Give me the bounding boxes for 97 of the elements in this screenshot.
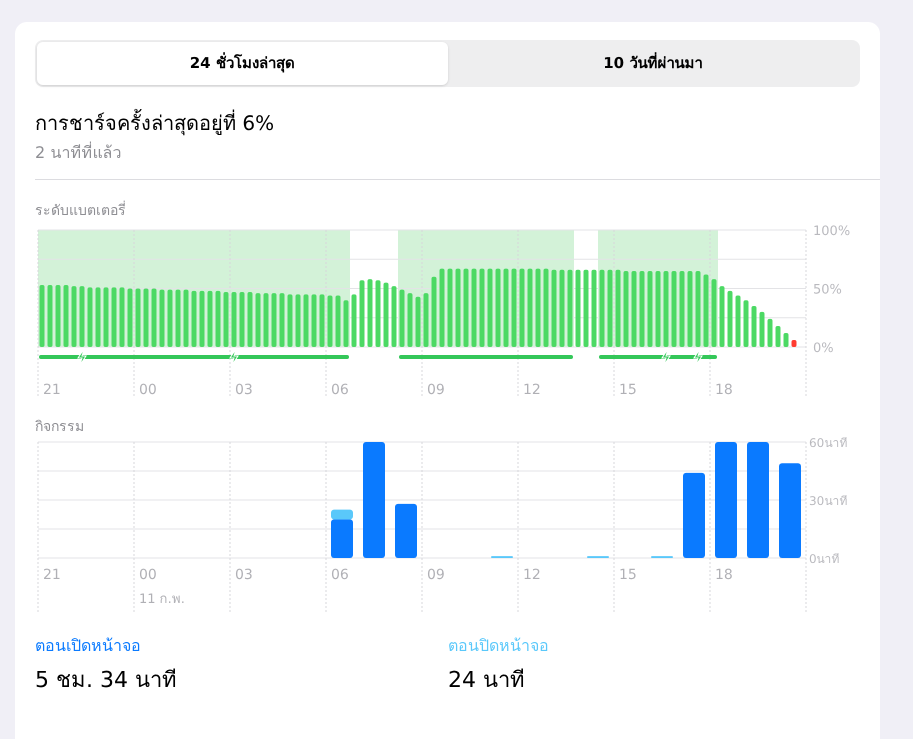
battery-level-bar: [720, 286, 724, 347]
axis-label: 09: [427, 382, 445, 398]
segment-tab[interactable]: 24 ชั่วโมงล่าสุด: [37, 42, 448, 85]
chart-label: ระดับแบตเตอรี่: [35, 202, 880, 220]
axis-label: 12: [523, 567, 541, 583]
battery-level-bar: [376, 280, 380, 347]
axis-label: 06: [331, 382, 349, 398]
segment-tab[interactable]: 10 วันที่ผ่านมา: [448, 42, 858, 85]
battery-level-bar: [48, 285, 52, 347]
axis-label: 15: [619, 567, 637, 583]
battery-level-bar: [736, 296, 740, 347]
battery-level-bar: [712, 279, 716, 347]
battery-level-bar: [40, 285, 44, 347]
axis-label: 15: [619, 382, 637, 398]
axis-label: 21: [43, 567, 61, 583]
battery-level-bar: [112, 287, 116, 347]
battery-level-bar: [384, 282, 388, 347]
axis-label: 60นาที: [809, 436, 848, 450]
battery-level-bar: [144, 288, 148, 347]
battery-level-bar: [64, 285, 68, 347]
legend-label: ตอนเปิดหน้าจอ: [35, 635, 141, 657]
battery-level-bar: [776, 326, 780, 347]
battery-level-bar: [728, 290, 732, 347]
screen-on-bar: [331, 519, 353, 558]
battery-level-bar: [400, 290, 404, 347]
battery-level-bar: [168, 290, 172, 347]
battery-level-bar: [320, 294, 324, 347]
battery-level-bar: [208, 290, 212, 347]
last-charge-title: การชาร์จครั้งล่าสุดอยู่ที่ 6%: [35, 109, 860, 137]
battery-level-bar: [176, 290, 180, 347]
axis-label: 06: [331, 567, 349, 583]
battery-level-bar: [368, 279, 372, 347]
axis-label: 18: [715, 567, 733, 583]
battery-level-bar: [136, 288, 140, 347]
battery-level-bar: [784, 332, 788, 347]
battery-level-bar: [744, 300, 748, 347]
screen-on-bar: [395, 504, 417, 558]
battery-level-bar: [280, 293, 284, 347]
legend-value: 24 นาที: [448, 667, 525, 695]
battery-level-bar: [152, 288, 156, 347]
axis-label: 03: [235, 567, 253, 583]
axis-label: 09: [427, 567, 445, 583]
battery-level-bar: [264, 293, 268, 347]
battery-level-bar: [192, 290, 196, 347]
battery-level-bar: [352, 294, 356, 347]
battery-level-bar: [408, 293, 412, 347]
chart-label: กิจกรรม: [35, 418, 85, 436]
battery-level-bar: [312, 294, 316, 347]
battery-level-bar: [224, 292, 228, 347]
battery-level-bar: [80, 286, 84, 347]
battery-level-bar: [200, 290, 204, 347]
battery-level-bar: [760, 312, 764, 347]
axis-label: 03: [235, 382, 253, 398]
screen-off-bar: [331, 510, 353, 520]
axis-label: 00: [139, 567, 157, 583]
legend-label: ตอนปิดหน้าจอ: [448, 635, 549, 657]
axis-label: 100%: [813, 224, 850, 239]
battery-level-bar: [360, 280, 364, 347]
battery-level-bar: [304, 294, 308, 347]
axis-label: 18: [715, 382, 733, 398]
battery-level-bar: [72, 286, 76, 347]
axis-label: 30นาที: [809, 494, 848, 508]
battery-level-bar: [232, 292, 236, 347]
axis-label: 12: [523, 382, 541, 398]
battery-level-bar: [768, 318, 772, 347]
battery-level-bar: [240, 292, 244, 347]
axis-label: 00: [139, 382, 157, 398]
battery-level-bar: [288, 294, 292, 347]
axis-label: 0%: [813, 341, 834, 356]
battery-level-bar: [272, 293, 276, 347]
battery-level-bar: [56, 285, 60, 347]
battery-level-bar: [752, 306, 756, 347]
battery-level-bar: [160, 290, 164, 347]
battery-level-bar: [424, 293, 428, 347]
battery-level-bar: [336, 296, 340, 347]
battery-level-bar: [344, 300, 348, 347]
axis-label: 21: [43, 382, 61, 398]
battery-level-bar: [104, 287, 108, 347]
battery-level-bar: [416, 296, 420, 347]
legend-value: 5 ชม. 34 นาที: [35, 667, 177, 695]
date-label: 11 ก.พ.: [139, 592, 185, 607]
battery-level-bar: [328, 296, 332, 347]
low-battery-bar: [792, 340, 796, 347]
battery-level-bar: [216, 290, 220, 347]
axis-label: 0นาที: [809, 552, 840, 566]
battery-level-bar: [88, 287, 92, 347]
battery-level-bar: [296, 294, 300, 347]
battery-level-bar: [432, 276, 436, 347]
battery-level-bar: [184, 290, 188, 347]
battery-level-bar: [248, 292, 252, 347]
battery-level-bar: [392, 286, 396, 347]
battery-level-bar: [256, 293, 260, 347]
axis-label: 50%: [813, 282, 842, 298]
battery-level-bar: [96, 287, 100, 347]
battery-level-bar: [120, 287, 124, 347]
last-charge-time: 2 นาทีที่แล้ว: [35, 141, 122, 164]
battery-level-bar: [128, 288, 132, 347]
